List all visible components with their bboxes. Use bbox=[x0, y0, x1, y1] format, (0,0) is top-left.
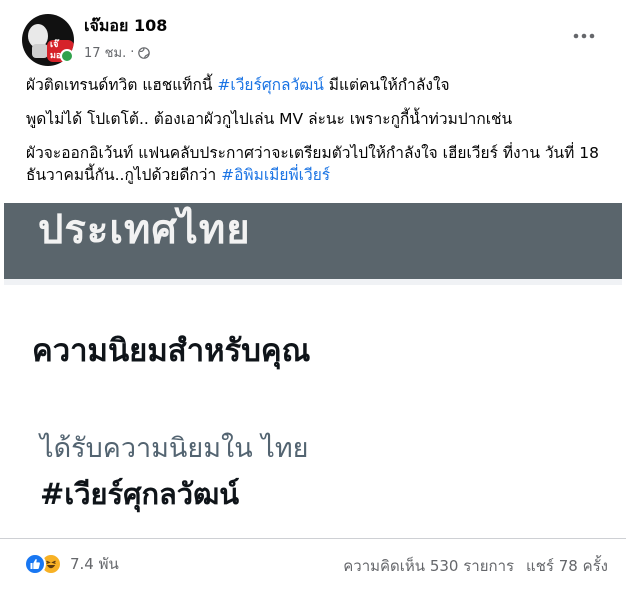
facebook-post-card: เจ๊มอย เจ๊มอย 108 17 ชม. · ผัวติดเทรนด์ท… bbox=[0, 0, 626, 591]
paragraph-text: พูดไม่ได้ โปเตโต้.. ต้องเอาผัวกูไปเล่น M… bbox=[26, 110, 513, 128]
trends-heading: ความนิยมสำหรับคุณ bbox=[32, 333, 311, 369]
hashtag-link[interactable]: #เวียร์ศุกลวัฒน์ bbox=[217, 76, 323, 94]
paragraph-text: ผัวติดเทรนด์ทวิต แฮชแท็กนี้ bbox=[26, 76, 218, 94]
trend-context: ได้รับความนิยมใน ไทย bbox=[40, 433, 309, 464]
comments-count-link[interactable]: ความคิดเห็น 530 รายการ bbox=[343, 554, 514, 578]
post-paragraph: ผัวติดเทรนด์ทวิต แฮชแท็กนี้ #เวียร์ศุกลว… bbox=[26, 74, 606, 96]
footer-divider bbox=[0, 538, 626, 539]
more-options-icon[interactable] bbox=[570, 26, 598, 46]
post-meta: 17 ชม. · bbox=[84, 42, 151, 63]
globe-icon[interactable] bbox=[138, 46, 151, 59]
post-time[interactable]: 17 ชม. bbox=[84, 42, 126, 63]
post-text: ผัวติดเทรนด์ทวิต แฮชแท็กนี้ #เวียร์ศุกลว… bbox=[26, 74, 606, 198]
reaction-summary[interactable]: 7.4 พัน bbox=[24, 552, 119, 576]
post-paragraph: ผัวจะออกอิเว้นท์ แฟนคลับประกาศว่าจะเตรีย… bbox=[26, 142, 606, 186]
reaction-count: 7.4 พัน bbox=[70, 555, 119, 573]
avatar-panda-body bbox=[32, 44, 48, 58]
banner-text: ประเทศไทย bbox=[38, 207, 251, 253]
post-image[interactable]: ประเทศไทย ความนิยมสำหรับคุณ ได้รับความนิ… bbox=[4, 203, 622, 535]
hashtag-link[interactable]: #อิพิมเมียพี่เวียร์ bbox=[221, 166, 330, 184]
online-status-dot bbox=[60, 49, 74, 63]
image-divider bbox=[4, 279, 622, 285]
like-reaction-icon bbox=[24, 553, 46, 575]
trend-hashtag: #เวียร์ศุกลวัฒน์ bbox=[40, 477, 240, 511]
author-name[interactable]: เจ๊มอย 108 bbox=[84, 14, 167, 39]
meta-separator: · bbox=[130, 45, 135, 60]
engagement-stats: ความคิดเห็น 530 รายการ แชร์ 78 ครั้ง bbox=[343, 554, 608, 578]
image-banner: ประเทศไทย bbox=[4, 203, 622, 279]
paragraph-text: มีแต่คนให้กำลังใจ bbox=[323, 76, 450, 94]
shares-count-link[interactable]: แชร์ 78 ครั้ง bbox=[526, 554, 608, 578]
post-paragraph: พูดไม่ได้ โปเตโต้.. ต้องเอาผัวกูไปเล่น M… bbox=[26, 108, 606, 130]
